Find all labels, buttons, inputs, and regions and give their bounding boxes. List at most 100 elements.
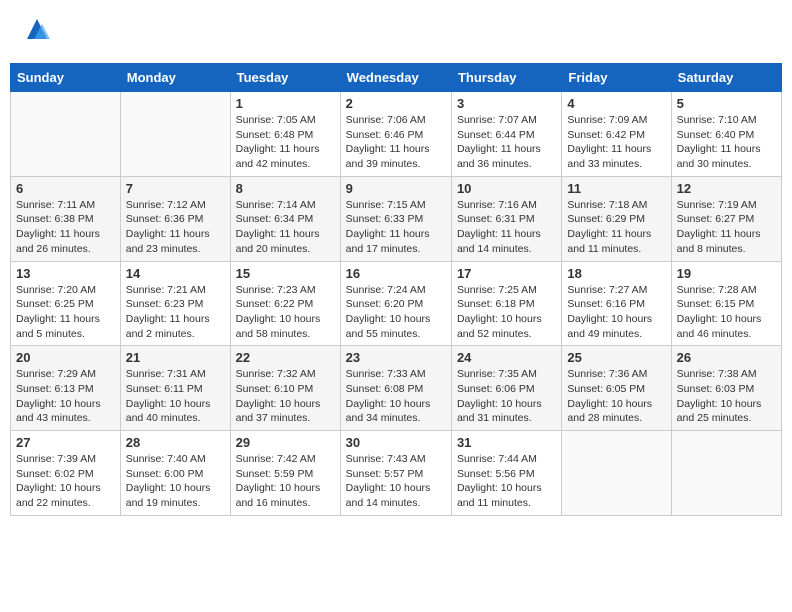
day-number: 5 [677, 96, 776, 111]
day-info: Sunrise: 7:15 AMSunset: 6:33 PMDaylight:… [346, 198, 446, 257]
calendar-table: SundayMondayTuesdayWednesdayThursdayFrid… [10, 63, 782, 516]
calendar-day-cell: 11 Sunrise: 7:18 AMSunset: 6:29 PMDayligh… [562, 176, 671, 261]
day-info: Sunrise: 7:25 AMSunset: 6:18 PMDaylight:… [457, 283, 556, 342]
day-number: 3 [457, 96, 556, 111]
day-info: Sunrise: 7:28 AMSunset: 6:15 PMDaylight:… [677, 283, 776, 342]
calendar-day-cell [11, 92, 121, 177]
calendar-day-cell: 3 Sunrise: 7:07 AMSunset: 6:44 PMDaylight… [451, 92, 561, 177]
calendar-day-cell: 5 Sunrise: 7:10 AMSunset: 6:40 PMDaylight… [671, 92, 781, 177]
day-info: Sunrise: 7:42 AMSunset: 5:59 PMDaylight:… [236, 452, 335, 511]
calendar-day-cell: 24Sunrise: 7:35 AMSunset: 6:06 PMDayligh… [451, 346, 561, 431]
day-info: Sunrise: 7:44 AMSunset: 5:56 PMDaylight:… [457, 452, 556, 511]
calendar-day-cell: 25 Sunrise: 7:36 AMSunset: 6:05 PMDayligh… [562, 346, 671, 431]
day-of-week-header: Monday [120, 64, 230, 92]
day-info: Sunrise: 7:40 AMSunset: 6:00 PMDaylight:… [126, 452, 225, 511]
day-info: Sunrise: 7:19 AMSunset: 6:27 PMDaylight:… [677, 198, 776, 257]
day-of-week-header: Wednesday [340, 64, 451, 92]
day-info: Sunrise: 7:29 AMSunset: 6:13 PMDaylight:… [16, 367, 115, 426]
day-info: Sunrise: 7:12 AMSunset: 6:36 PMDaylight:… [126, 198, 225, 257]
day-number: 10 [457, 181, 556, 196]
calendar-day-cell: 18 Sunrise: 7:27 AMSunset: 6:16 PMDayligh… [562, 261, 671, 346]
day-number: 15 [236, 266, 335, 281]
calendar-day-cell: 31 Sunrise: 7:44 AMSunset: 5:56 PMDayligh… [451, 431, 561, 516]
calendar-day-cell: 7 Sunrise: 7:12 AMSunset: 6:36 PMDaylight… [120, 176, 230, 261]
day-info: Sunrise: 7:05 AMSunset: 6:48 PMDaylight:… [236, 113, 335, 172]
day-of-week-header: Friday [562, 64, 671, 92]
day-number: 1 [236, 96, 335, 111]
day-info: Sunrise: 7:18 AMSunset: 6:29 PMDaylight:… [567, 198, 665, 257]
day-number: 8 [236, 181, 335, 196]
calendar-day-cell: 20 Sunrise: 7:29 AMSunset: 6:13 PMDayligh… [11, 346, 121, 431]
calendar-day-cell [671, 431, 781, 516]
calendar-day-cell: 29 Sunrise: 7:42 AMSunset: 5:59 PMDayligh… [230, 431, 340, 516]
calendar-day-cell: 23Sunrise: 7:33 AMSunset: 6:08 PMDayligh… [340, 346, 451, 431]
day-info: Sunrise: 7:09 AMSunset: 6:42 PMDaylight:… [567, 113, 665, 172]
day-number: 26 [677, 350, 776, 365]
calendar-day-cell: 6Sunrise: 7:11 AMSunset: 6:38 PMDaylight… [11, 176, 121, 261]
day-info: Sunrise: 7:31 AMSunset: 6:11 PMDaylight:… [126, 367, 225, 426]
calendar-day-cell: 21 Sunrise: 7:31 AMSunset: 6:11 PMDayligh… [120, 346, 230, 431]
day-number: 9 [346, 181, 446, 196]
day-number: 19 [677, 266, 776, 281]
calendar-day-cell: 17 Sunrise: 7:25 AMSunset: 6:18 PMDayligh… [451, 261, 561, 346]
calendar-day-cell: 28Sunrise: 7:40 AMSunset: 6:00 PMDayligh… [120, 431, 230, 516]
day-info: Sunrise: 7:23 AMSunset: 6:22 PMDaylight:… [236, 283, 335, 342]
day-info: Sunrise: 7:39 AMSunset: 6:02 PMDaylight:… [16, 452, 115, 511]
calendar-day-cell: 1 Sunrise: 7:05 AMSunset: 6:48 PMDaylight… [230, 92, 340, 177]
day-number: 25 [567, 350, 665, 365]
day-info: Sunrise: 7:24 AMSunset: 6:20 PMDaylight:… [346, 283, 446, 342]
calendar-day-cell: 16Sunrise: 7:24 AMSunset: 6:20 PMDayligh… [340, 261, 451, 346]
day-info: Sunrise: 7:36 AMSunset: 6:05 PMDaylight:… [567, 367, 665, 426]
calendar-day-cell: 14Sunrise: 7:21 AMSunset: 6:23 PMDayligh… [120, 261, 230, 346]
calendar-week-row: 6Sunrise: 7:11 AMSunset: 6:38 PMDaylight… [11, 176, 782, 261]
calendar-day-cell: 19 Sunrise: 7:28 AMSunset: 6:15 PMDayligh… [671, 261, 781, 346]
day-number: 17 [457, 266, 556, 281]
day-info: Sunrise: 7:27 AMSunset: 6:16 PMDaylight:… [567, 283, 665, 342]
calendar-day-cell [562, 431, 671, 516]
day-info: Sunrise: 7:14 AMSunset: 6:34 PMDaylight:… [236, 198, 335, 257]
day-of-week-header: Sunday [11, 64, 121, 92]
day-number: 18 [567, 266, 665, 281]
day-number: 30 [346, 435, 446, 450]
logo [18, 14, 52, 51]
day-number: 24 [457, 350, 556, 365]
day-info: Sunrise: 7:06 AMSunset: 6:46 PMDaylight:… [346, 113, 446, 172]
day-number: 6 [16, 181, 115, 196]
day-info: Sunrise: 7:32 AMSunset: 6:10 PMDaylight:… [236, 367, 335, 426]
calendar-day-cell: 12 Sunrise: 7:19 AMSunset: 6:27 PMDayligh… [671, 176, 781, 261]
calendar-day-cell: 22 Sunrise: 7:32 AMSunset: 6:10 PMDayligh… [230, 346, 340, 431]
day-number: 27 [16, 435, 115, 450]
day-of-week-header: Saturday [671, 64, 781, 92]
calendar-day-cell: 30Sunrise: 7:43 AMSunset: 5:57 PMDayligh… [340, 431, 451, 516]
calendar-day-cell: 8 Sunrise: 7:14 AMSunset: 6:34 PMDaylight… [230, 176, 340, 261]
day-number: 22 [236, 350, 335, 365]
calendar-day-cell: 10 Sunrise: 7:16 AMSunset: 6:31 PMDayligh… [451, 176, 561, 261]
day-info: Sunrise: 7:07 AMSunset: 6:44 PMDaylight:… [457, 113, 556, 172]
day-number: 2 [346, 96, 446, 111]
day-info: Sunrise: 7:16 AMSunset: 6:31 PMDaylight:… [457, 198, 556, 257]
calendar-week-row: 20 Sunrise: 7:29 AMSunset: 6:13 PMDayligh… [11, 346, 782, 431]
day-number: 4 [567, 96, 665, 111]
day-number: 7 [126, 181, 225, 196]
calendar-day-cell: 26Sunrise: 7:38 AMSunset: 6:03 PMDayligh… [671, 346, 781, 431]
day-number: 14 [126, 266, 225, 281]
day-number: 12 [677, 181, 776, 196]
calendar-week-row: 27 Sunrise: 7:39 AMSunset: 6:02 PMDayligh… [11, 431, 782, 516]
day-of-week-header: Tuesday [230, 64, 340, 92]
calendar-week-row: 13 Sunrise: 7:20 AMSunset: 6:25 PMDayligh… [11, 261, 782, 346]
calendar-day-cell [120, 92, 230, 177]
day-of-week-header: Thursday [451, 64, 561, 92]
day-info: Sunrise: 7:33 AMSunset: 6:08 PMDaylight:… [346, 367, 446, 426]
calendar-day-cell: 13 Sunrise: 7:20 AMSunset: 6:25 PMDayligh… [11, 261, 121, 346]
calendar-day-cell: 2 Sunrise: 7:06 AMSunset: 6:46 PMDaylight… [340, 92, 451, 177]
day-info: Sunrise: 7:10 AMSunset: 6:40 PMDaylight:… [677, 113, 776, 172]
day-number: 11 [567, 181, 665, 196]
day-number: 13 [16, 266, 115, 281]
calendar-day-cell: 4 Sunrise: 7:09 AMSunset: 6:42 PMDaylight… [562, 92, 671, 177]
logo-icon [22, 14, 52, 51]
day-number: 21 [126, 350, 225, 365]
day-number: 20 [16, 350, 115, 365]
day-number: 31 [457, 435, 556, 450]
day-number: 29 [236, 435, 335, 450]
day-info: Sunrise: 7:20 AMSunset: 6:25 PMDaylight:… [16, 283, 115, 342]
